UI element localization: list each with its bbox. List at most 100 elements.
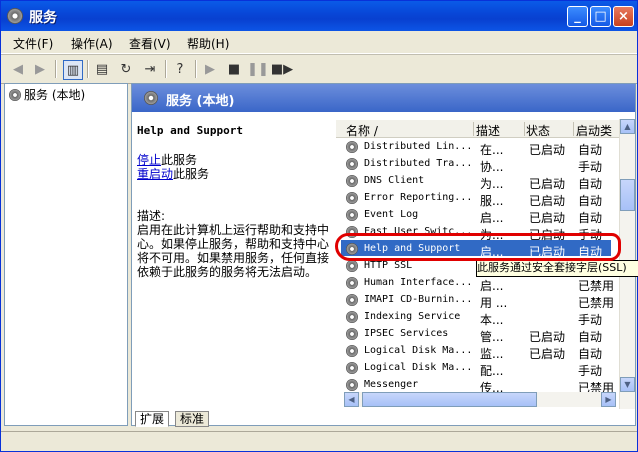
service-name: Logical Disk Ma... xyxy=(364,345,473,356)
description-text: 启用在此计算机上运行帮助和支持中心。如果停止服务，帮助和支持中心将不可用。如果禁… xyxy=(137,223,330,279)
service-gear-icon xyxy=(346,243,358,255)
table-row[interactable]: Distributed Tra... 协... 手动 xyxy=(336,156,621,174)
toolbar-separator xyxy=(165,60,167,78)
services-icon xyxy=(9,88,21,101)
column-startup-type[interactable]: 启动类 xyxy=(576,122,621,138)
service-tooltip: 此服务通过安全套接字层(SSL) xyxy=(476,260,638,277)
service-name: Distributed Lin... xyxy=(364,141,473,152)
service-name: Indexing Service xyxy=(364,311,461,322)
scroll-down-icon[interactable]: ▼ xyxy=(620,377,635,392)
table-row[interactable]: IMAPI CD-Burnin... 用 ... 已禁用 xyxy=(336,292,621,310)
back-icon[interactable]: ◀ xyxy=(9,60,27,78)
scroll-thumb[interactable] xyxy=(620,179,635,211)
service-name: Help and Support xyxy=(364,243,461,254)
table-row[interactable]: Error Reporting... 服... 已启动 自动 xyxy=(336,190,621,208)
table-row[interactable]: Distributed Lin... 在... 已启动 自动 xyxy=(336,139,621,157)
service-gear-icon xyxy=(346,158,358,170)
help-icon[interactable]: ? xyxy=(171,60,189,78)
show-hide-tree-icon[interactable]: ▥ xyxy=(63,60,83,80)
table-row[interactable]: Fast User Switc... 为... 已启动 手动 xyxy=(336,224,621,242)
tab-standard[interactable]: 标准 xyxy=(175,411,210,427)
table-row[interactable]: Help and Support 启... 已启动 自动 xyxy=(336,241,621,259)
column-description[interactable]: 描述 xyxy=(476,122,525,138)
tab-extended[interactable]: 扩展 xyxy=(135,411,170,427)
service-gear-icon xyxy=(346,260,358,272)
services-window: 服务 _ □ × 文件(F) 操作(A) 查看(V) 帮助(H) ◀ ▶ ▥ ▤… xyxy=(0,0,638,452)
close-button[interactable]: × xyxy=(613,6,634,27)
description-label: 描述: xyxy=(137,209,166,223)
menu-file[interactable]: 文件(F) xyxy=(13,35,53,52)
toolbar-separator xyxy=(195,60,197,78)
service-gear-icon xyxy=(346,311,358,323)
toolbar: ◀ ▶ ▥ ▤ ↻ ⇥ ? ▶ ■ ❚❚ ■▶ xyxy=(1,54,637,84)
table-row[interactable]: DNS Client 为... 已启动 自动 xyxy=(336,173,621,191)
service-gear-icon xyxy=(346,226,358,238)
service-gear-icon xyxy=(346,294,358,306)
pause-service-icon[interactable]: ❚❚ xyxy=(247,60,269,78)
service-gear-icon xyxy=(346,192,358,204)
console-tree: 服务 (本地) xyxy=(4,83,128,426)
toolbar-separator xyxy=(87,60,89,78)
horizontal-scrollbar[interactable]: ◀ ▶ xyxy=(344,392,616,407)
service-gear-icon xyxy=(346,362,358,374)
title-bar[interactable]: 服务 _ □ × xyxy=(1,1,637,31)
column-name[interactable]: 名称 / xyxy=(346,122,474,138)
restart-service-link[interactable]: 重启动 xyxy=(137,167,173,181)
table-row[interactable]: IPSEC Services 管... 已启动 自动 xyxy=(336,326,621,344)
service-gear-icon xyxy=(346,328,358,340)
menu-bar: 文件(F) 操作(A) 查看(V) 帮助(H) xyxy=(1,31,637,54)
menu-help[interactable]: 帮助(H) xyxy=(187,35,229,52)
service-name: Event Log xyxy=(364,209,419,220)
view-tabs: 扩展 标准 xyxy=(131,409,431,427)
properties-icon[interactable]: ▤ xyxy=(93,60,111,78)
service-gear-icon xyxy=(346,345,358,357)
service-name: Messenger xyxy=(364,379,419,390)
tree-node-label: 服务 (本地) xyxy=(24,88,86,102)
table-row[interactable]: Logical Disk Ma... 配... 手动 xyxy=(336,360,621,378)
selected-service-name: Help and Support xyxy=(137,124,243,137)
status-bar xyxy=(1,431,637,452)
service-description-panel: Help and Support 停止此服务 重启动此服务 描述: 启用在此计算… xyxy=(137,124,335,279)
menu-action[interactable]: 操作(A) xyxy=(71,35,113,52)
service-name: Human Interface... xyxy=(364,277,473,288)
services-app-icon xyxy=(7,8,23,24)
export-list-icon[interactable]: ⇥ xyxy=(141,60,159,78)
table-row[interactable]: Event Log 启... 已启动 自动 xyxy=(336,207,621,225)
scroll-up-icon[interactable]: ▲ xyxy=(620,119,635,134)
stop-service-icon[interactable]: ■ xyxy=(225,60,243,78)
service-name: HTTP SSL xyxy=(364,260,413,271)
scroll-left-icon[interactable]: ◀ xyxy=(344,392,359,407)
window-title: 服务 xyxy=(29,10,57,26)
pane-header: 服务 (本地) xyxy=(132,84,635,112)
service-name: IPSEC Services xyxy=(364,328,449,339)
maximize-button[interactable]: □ xyxy=(590,6,611,27)
service-name: Error Reporting... xyxy=(364,192,473,203)
service-name: IMAPI CD-Burnin... xyxy=(364,294,473,305)
h-scroll-thumb[interactable] xyxy=(362,392,537,407)
stop-service-link[interactable]: 停止 xyxy=(137,153,161,167)
stop-link-suffix: 此服务 xyxy=(161,153,198,167)
menu-view[interactable]: 查看(V) xyxy=(129,35,171,52)
service-name: DNS Client xyxy=(364,175,425,186)
service-name: Fast User Switc... xyxy=(364,226,473,237)
start-service-icon[interactable]: ▶ xyxy=(201,60,219,78)
tree-node-services-local[interactable]: 服务 (本地) xyxy=(9,86,85,103)
table-row[interactable]: Human Interface... 启... 已禁用 xyxy=(336,275,621,293)
list-header: 名称 / 描述 状态 启动类 xyxy=(336,120,621,138)
refresh-icon[interactable]: ↻ xyxy=(117,60,135,78)
table-row[interactable]: Logical Disk Ma... 监... 已启动 自动 xyxy=(336,343,621,361)
services-icon xyxy=(144,91,158,105)
service-gear-icon xyxy=(346,175,358,187)
table-row[interactable]: Indexing Service 本... 手动 xyxy=(336,309,621,327)
service-gear-icon xyxy=(346,209,358,221)
service-name: Distributed Tra... xyxy=(364,158,473,169)
restart-link-suffix: 此服务 xyxy=(173,167,210,181)
toolbar-separator xyxy=(55,60,57,78)
scroll-right-icon[interactable]: ▶ xyxy=(601,392,616,407)
service-gear-icon xyxy=(346,141,358,153)
forward-icon[interactable]: ▶ xyxy=(31,60,49,78)
restart-service-icon[interactable]: ■▶ xyxy=(271,60,293,78)
service-gear-icon xyxy=(346,379,358,391)
column-status[interactable]: 状态 xyxy=(526,122,574,138)
minimize-button[interactable]: _ xyxy=(567,6,588,27)
